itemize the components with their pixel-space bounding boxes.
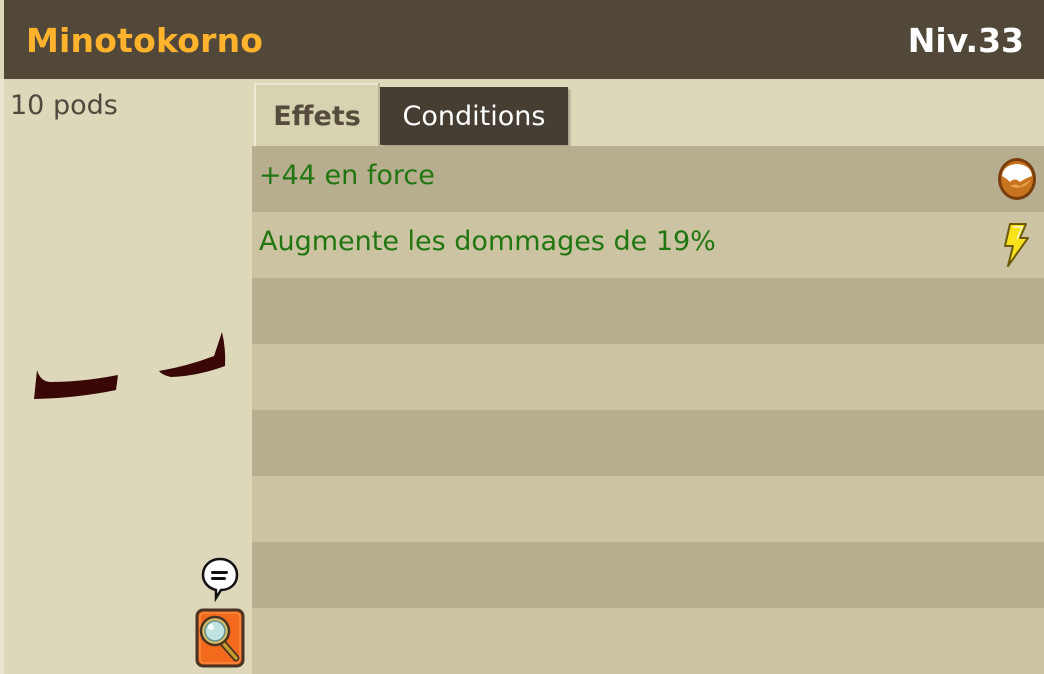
tab-conditions[interactable]: Conditions <box>380 87 568 145</box>
effect-text: +44 en force <box>259 160 435 191</box>
item-preview-panel: 10 pods <box>4 79 252 674</box>
list-item: +44 en force <box>252 146 1044 212</box>
tab-effets[interactable]: Effets <box>254 83 378 147</box>
item-header: Minotokorno Niv.33 <box>4 0 1044 79</box>
earth-element-icon <box>998 158 1036 200</box>
list-item <box>252 542 1044 608</box>
tab-effets-label: Effets <box>273 100 361 132</box>
list-item: Augmente les dommages de 19% <box>252 212 1044 278</box>
effects-list: +44 en force Augmente les dommages de 19… <box>252 146 1044 674</box>
lightning-icon <box>1004 223 1029 267</box>
tab-conditions-label: Conditions <box>402 100 546 132</box>
item-level: Niv.33 <box>907 21 1024 60</box>
search-button[interactable] <box>195 608 245 668</box>
list-item <box>252 278 1044 344</box>
item-weight: 10 pods <box>10 90 118 121</box>
item-details-panel: Conditions Effets +44 en force Augmente … <box>252 79 1044 674</box>
item-name: Minotokorno <box>26 21 264 60</box>
chat-bubble-icon[interactable] <box>200 556 240 602</box>
list-item <box>252 344 1044 410</box>
effect-text: Augmente les dommages de 19% <box>259 226 716 257</box>
list-item <box>252 410 1044 476</box>
list-item <box>252 608 1044 674</box>
list-item <box>252 476 1044 542</box>
item-image <box>34 332 226 399</box>
